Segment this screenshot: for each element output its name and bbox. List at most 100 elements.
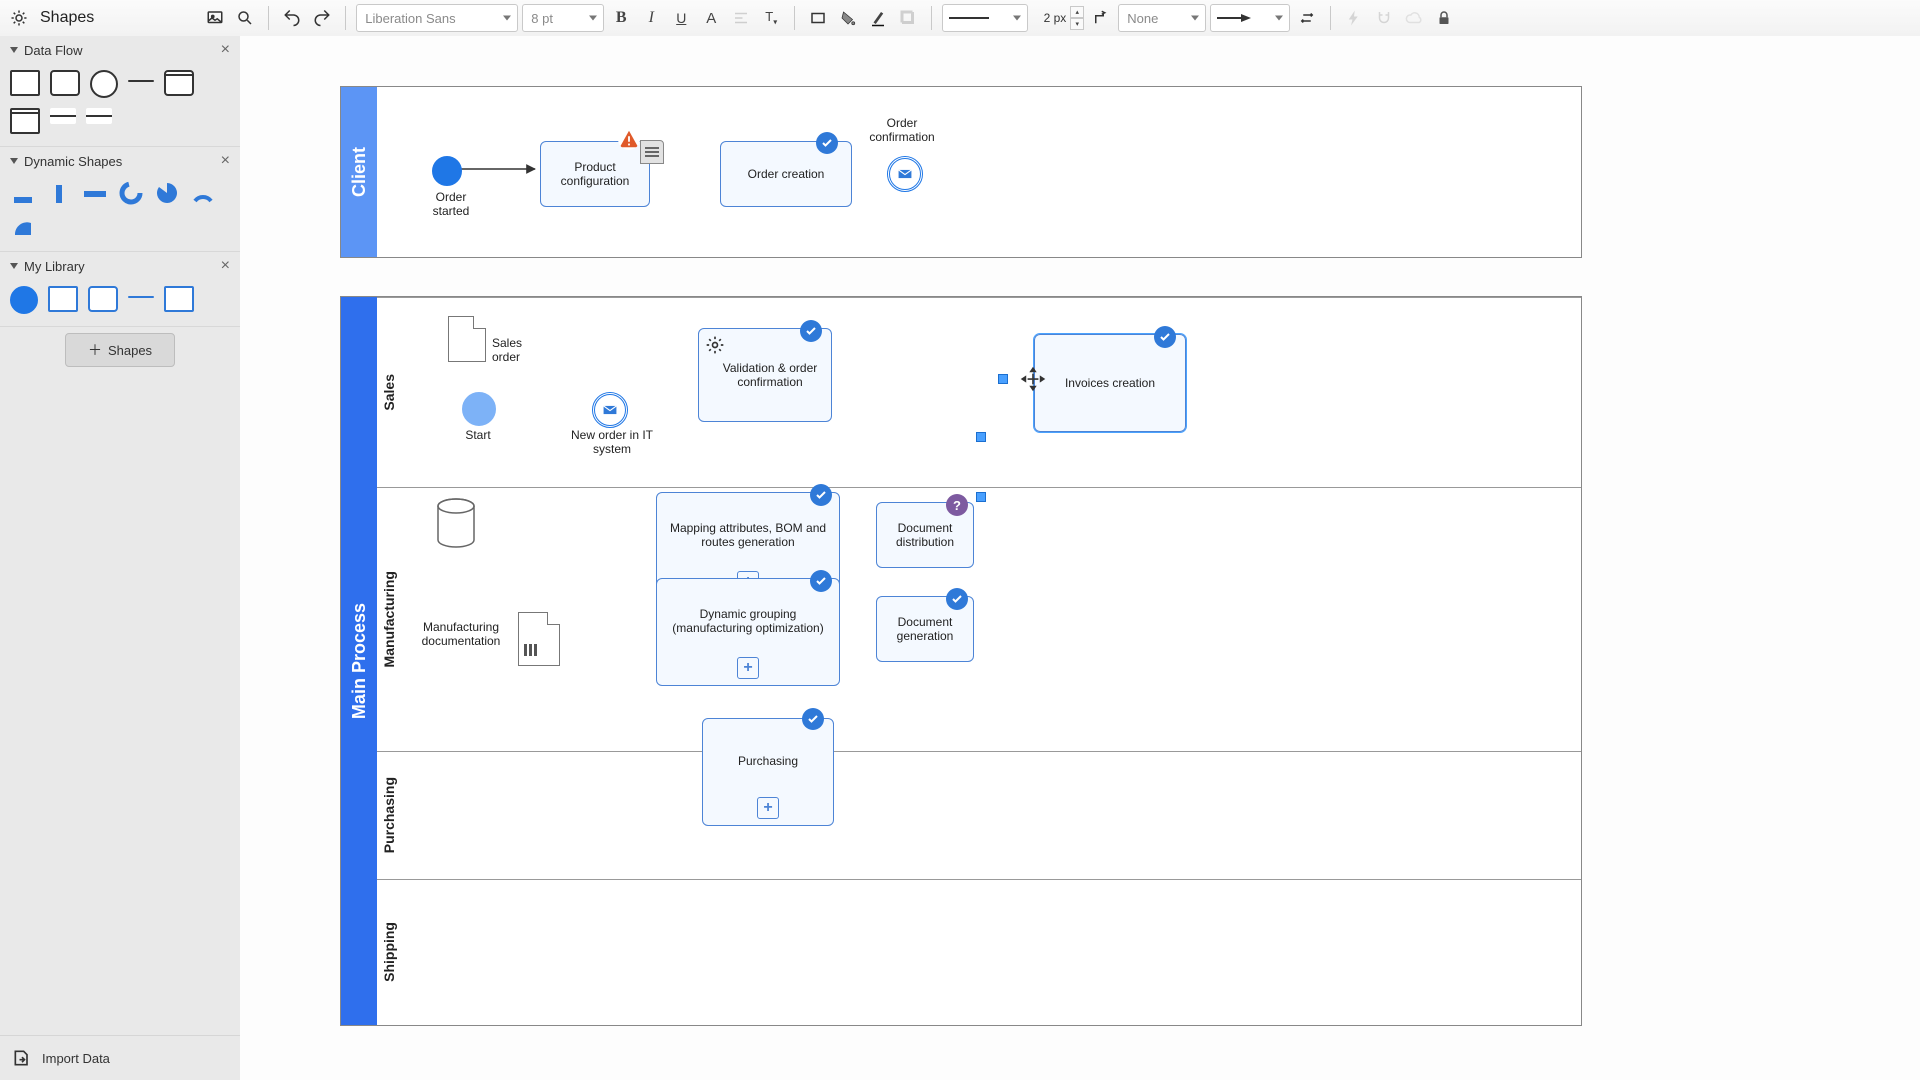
shape-connector[interactable]: [50, 108, 76, 124]
search-icon[interactable]: [232, 5, 258, 31]
font-size-select[interactable]: 8 pt: [522, 4, 604, 32]
data-object-label: Sales order: [492, 336, 552, 364]
undo-icon[interactable]: [279, 5, 305, 31]
font-family-value: Liberation Sans: [365, 11, 455, 26]
close-icon[interactable]: ×: [221, 42, 230, 58]
text-options-icon[interactable]: T▾: [758, 5, 784, 31]
message-event-order-confirm[interactable]: [887, 156, 923, 192]
selection-handle[interactable]: [976, 432, 986, 442]
dyn-wedge[interactable]: [10, 215, 36, 239]
lib-circle[interactable]: [10, 286, 38, 314]
task-label: Dynamic grouping (manufacturing optimiza…: [663, 607, 833, 635]
task-label: Product configuration: [547, 160, 643, 188]
start-event-order[interactable]: [432, 156, 462, 186]
fill-icon[interactable]: [835, 5, 861, 31]
bold-icon[interactable]: B: [608, 5, 634, 31]
shape-table[interactable]: [164, 70, 194, 96]
section-title: My Library: [24, 259, 85, 274]
chevron-down-icon: [10, 263, 18, 269]
dyn-bar[interactable]: [10, 181, 36, 205]
stroke-width-stepper[interactable]: 2 px ▴▾: [1032, 6, 1084, 30]
task-dynamic-grouping[interactable]: Dynamic grouping (manufacturing optimiza…: [656, 578, 840, 686]
shape-circle[interactable]: [90, 70, 118, 98]
shape-connector2[interactable]: [86, 108, 112, 124]
canvas[interactable]: Client Main Process Sales Manufacturing …: [240, 36, 1920, 1080]
italic-icon[interactable]: I: [638, 5, 664, 31]
section-title: Dynamic Shapes: [24, 154, 122, 169]
cloud-restore-icon[interactable]: [1401, 5, 1427, 31]
stroke-color-icon[interactable]: [865, 5, 891, 31]
task-invoices-creation[interactable]: Invoices creation: [1034, 334, 1186, 432]
chevron-down-icon: [10, 158, 18, 164]
lane-label-sales: Sales: [377, 297, 401, 487]
magnet-icon[interactable]: [1371, 5, 1397, 31]
dyn-arc[interactable]: [190, 181, 216, 205]
data-object-label: Manufacturing documentation: [406, 620, 516, 648]
data-object-manu-doc[interactable]: [518, 612, 560, 666]
import-data-button[interactable]: Import Data: [0, 1035, 240, 1080]
section-title: Data Flow: [24, 43, 83, 58]
insert-image-icon[interactable]: [202, 5, 228, 31]
dyn-bar-h[interactable]: [82, 181, 108, 205]
lib-round-rect[interactable]: [88, 286, 118, 312]
task-label: Validation & order confirmation: [705, 361, 825, 389]
message-event-new-order[interactable]: [592, 392, 628, 428]
task-purchasing[interactable]: Purchasing +: [702, 718, 834, 826]
theme-icon[interactable]: [895, 5, 921, 31]
line-routing-icon[interactable]: [1088, 5, 1114, 31]
help-badge-icon: ?: [946, 494, 968, 516]
shape-line[interactable]: [128, 80, 154, 82]
start-event-label: Order started: [416, 190, 486, 218]
section-my-library: My Library ×: [0, 252, 240, 327]
shapes-app-icon[interactable]: [6, 5, 32, 31]
data-store[interactable]: [436, 498, 476, 548]
section-header-library[interactable]: My Library ×: [0, 252, 240, 280]
lib-rect[interactable]: [48, 286, 78, 312]
lib-line[interactable]: [128, 296, 154, 298]
redo-icon[interactable]: [309, 5, 335, 31]
line-style-select[interactable]: [942, 4, 1028, 32]
warning-badge-icon: [618, 128, 640, 150]
import-data-label: Import Data: [42, 1051, 110, 1066]
pool-title-main: Main Process: [341, 297, 377, 1025]
swap-ends-icon[interactable]: [1294, 5, 1320, 31]
selection-handle[interactable]: [976, 492, 986, 502]
lane-label-purchasing: Purchasing: [377, 751, 401, 879]
bolt-icon[interactable]: [1341, 5, 1367, 31]
selection-handle[interactable]: [998, 374, 1008, 384]
close-icon[interactable]: ×: [221, 153, 230, 169]
import-icon: [12, 1048, 32, 1068]
shape-rect[interactable]: [10, 70, 40, 96]
dyn-donut[interactable]: [118, 181, 144, 205]
task-label: Order creation: [748, 167, 825, 181]
font-family-select[interactable]: Liberation Sans: [356, 4, 518, 32]
line-end-select[interactable]: [1210, 4, 1290, 32]
task-validation[interactable]: Validation & order confirmation: [698, 328, 832, 422]
dyn-bar-v[interactable]: [46, 181, 72, 205]
shape-rect-icon[interactable]: [805, 5, 831, 31]
shape-table2[interactable]: [10, 108, 40, 134]
more-shapes-label: Shapes: [108, 343, 152, 358]
section-header-dynamic[interactable]: Dynamic Shapes ×: [0, 147, 240, 175]
lane-label-shipping: Shipping: [377, 879, 401, 1025]
start-event-sales[interactable]: [462, 392, 496, 426]
shape-round-rect[interactable]: [50, 70, 80, 96]
close-icon[interactable]: ×: [221, 258, 230, 274]
text-color-icon[interactable]: A: [698, 5, 724, 31]
data-object-sales-order[interactable]: [448, 316, 486, 362]
message-event-label: New order in IT system: [562, 428, 662, 456]
dyn-pie[interactable]: [154, 181, 180, 205]
line-start-select[interactable]: None: [1118, 4, 1206, 32]
gear-icon: [705, 335, 725, 355]
section-header-data-flow[interactable]: Data Flow ×: [0, 36, 240, 64]
lib-rect2[interactable]: [164, 286, 194, 312]
more-shapes-button[interactable]: ＋ Shapes: [65, 333, 175, 367]
chevron-down-icon: [10, 47, 18, 53]
underline-icon[interactable]: U: [668, 5, 694, 31]
pool-client[interactable]: Client: [340, 86, 1582, 258]
comment-icon[interactable]: [640, 140, 664, 164]
lock-icon[interactable]: [1431, 5, 1457, 31]
task-product-config[interactable]: Product configuration: [540, 141, 650, 207]
align-icon[interactable]: [728, 5, 754, 31]
subprocess-marker-icon: +: [737, 657, 759, 679]
